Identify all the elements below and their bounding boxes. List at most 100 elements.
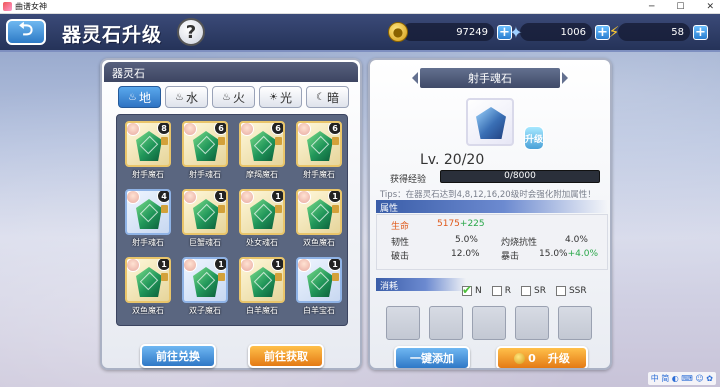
stone-preview [466,98,514,146]
stone-item[interactable]: 1 双鱼魔石 [123,257,173,323]
filter-ssr[interactable]: SSR [555,286,587,296]
stone-level-badge: 1 [328,325,342,326]
tab-dark[interactable]: ☾ 暗 [306,86,349,108]
filter-label: R [504,286,511,296]
element-tabs: ♨ 地 ♨ 水 ♨ 火 ☀ 光 ☾ 暗 [118,86,349,108]
tab-water[interactable]: ♨ 水 [165,86,208,108]
stone-item[interactable]: 8 射手魔石 [123,121,173,187]
gem-icon [250,199,276,229]
stone-tile: 8 [125,121,171,167]
gem-icon [193,199,219,229]
light-icon: ☀ [269,91,278,103]
tab-earth[interactable]: ♨ 地 [118,86,161,108]
go-exchange-button[interactable]: 前往兑换 [140,344,216,368]
stone-item[interactable]: 1 白羊魔石 [237,257,287,323]
burn-row: 灼烧抗性 4.0% [501,235,588,248]
lock-icon [218,205,225,213]
tab-fire[interactable]: ♨ 火 [212,86,255,108]
filter-n[interactable]: N [462,283,482,297]
minimize-button[interactable]: ─ [649,0,654,14]
tab-label: 暗 [326,90,339,105]
auto-add-button[interactable]: 一键添加 [394,346,470,368]
attributes-heading: 属性 [380,204,399,214]
stone-level-badge: 1 [271,325,285,326]
stone-item[interactable]: 6 摩羯魔石 [237,121,287,187]
stone-item[interactable]: 1 白羊宝石 [294,257,344,323]
avatar [184,191,197,204]
checkbox-icon [521,286,531,296]
stone-item[interactable]: 1 [180,325,230,326]
stone-item[interactable]: 1 [294,325,344,326]
material-slot[interactable] [558,306,592,340]
gem-icon [136,199,162,229]
stone-name: 双鱼魔石 [303,238,335,247]
coin-icon: ● [388,22,408,42]
consume-heading: 消耗 [380,282,399,292]
stone-name: 射手魔石 [132,170,164,179]
tough-value: 5.0% [455,235,478,245]
stone-item[interactable]: 1 处女魂石 [237,189,287,255]
back-button[interactable]: ⮌ [6,19,46,45]
filter-sr[interactable]: SR [521,286,546,296]
tough-row: 韧性 5.0% [391,235,478,248]
close-button[interactable]: ✕ [706,0,714,14]
stone-tile: 6 [296,121,342,167]
window-titlebar: 曲谱女神 ─ ☐ ✕ [0,0,720,14]
stone-item[interactable]: 1 [237,325,287,326]
material-slots [386,306,592,340]
filter-r[interactable]: R [491,286,511,296]
stone-name: 白羊宝石 [303,306,335,315]
upgrade-button[interactable]: 0 升级 [496,346,588,368]
window-title: 曲谱女神 [15,2,47,11]
crit-label: 暴击 [501,252,520,262]
hp-label: 生命 [391,222,410,232]
page-title: 器灵石升级 [62,24,163,46]
avatar [184,259,197,272]
gem-icon [250,131,276,161]
stone-tile: 1 [125,325,171,326]
material-slot[interactable] [472,306,506,340]
panel-heading: 器灵石 [112,67,145,80]
stone-name: 白羊魔石 [246,306,278,315]
add-energy-button[interactable]: + [693,24,708,40]
lock-icon [275,205,282,213]
material-slot[interactable] [386,306,420,340]
stone-detail-panel: 射手魂石 升级 Lv. 20/20 获得经验 0/8000 Tips：在器灵石达… [368,58,612,370]
lock-icon [332,137,339,145]
gem-icon [136,131,162,161]
stone-item[interactable]: 1 巨蟹魂石 [180,189,230,255]
stone-item[interactable]: 1 双子魔石 [180,257,230,323]
stone-level-badge: 8 [157,123,169,135]
lock-icon [332,205,339,213]
gem-icon [193,131,219,161]
material-slot[interactable] [515,306,549,340]
stone-item[interactable]: 6 射手魔石 [294,121,344,187]
stone-item[interactable]: 6 射手魂石 [180,121,230,187]
crit-base: 15.0% [539,249,568,259]
hp-base: 5175 [437,219,460,229]
stone-tile: 1 [296,325,342,326]
tab-light[interactable]: ☀ 光 [259,86,302,108]
stone-name: 双子魔石 [189,306,221,315]
maximize-button[interactable]: ☐ [676,0,684,14]
gem-icon [307,199,333,229]
stone-level-badge: 1 [214,325,228,326]
avatar [298,191,311,204]
stone-name: 双鱼魔石 [132,306,164,315]
filter-label: SR [534,286,546,296]
go-obtain-button[interactable]: 前往获取 [248,344,324,368]
stone-item[interactable]: 4 射手魂石 [123,189,173,255]
lightning-icon: ⚡ [608,23,620,41]
stone-item[interactable]: 1 [123,325,173,326]
lock-icon [275,273,282,281]
help-button[interactable]: ? [177,18,205,46]
stone-level-badge: 1 [214,191,226,203]
stone-item[interactable]: 1 双鱼魔石 [294,189,344,255]
consume-header: 消耗 [376,278,466,292]
material-slot[interactable] [429,306,463,340]
tab-label: 火 [232,90,245,105]
upgrade-cost: 0 [528,351,536,365]
stone-name: 射手魂石 [189,170,221,179]
avatar [241,123,254,136]
tab-label: 水 [185,90,198,105]
